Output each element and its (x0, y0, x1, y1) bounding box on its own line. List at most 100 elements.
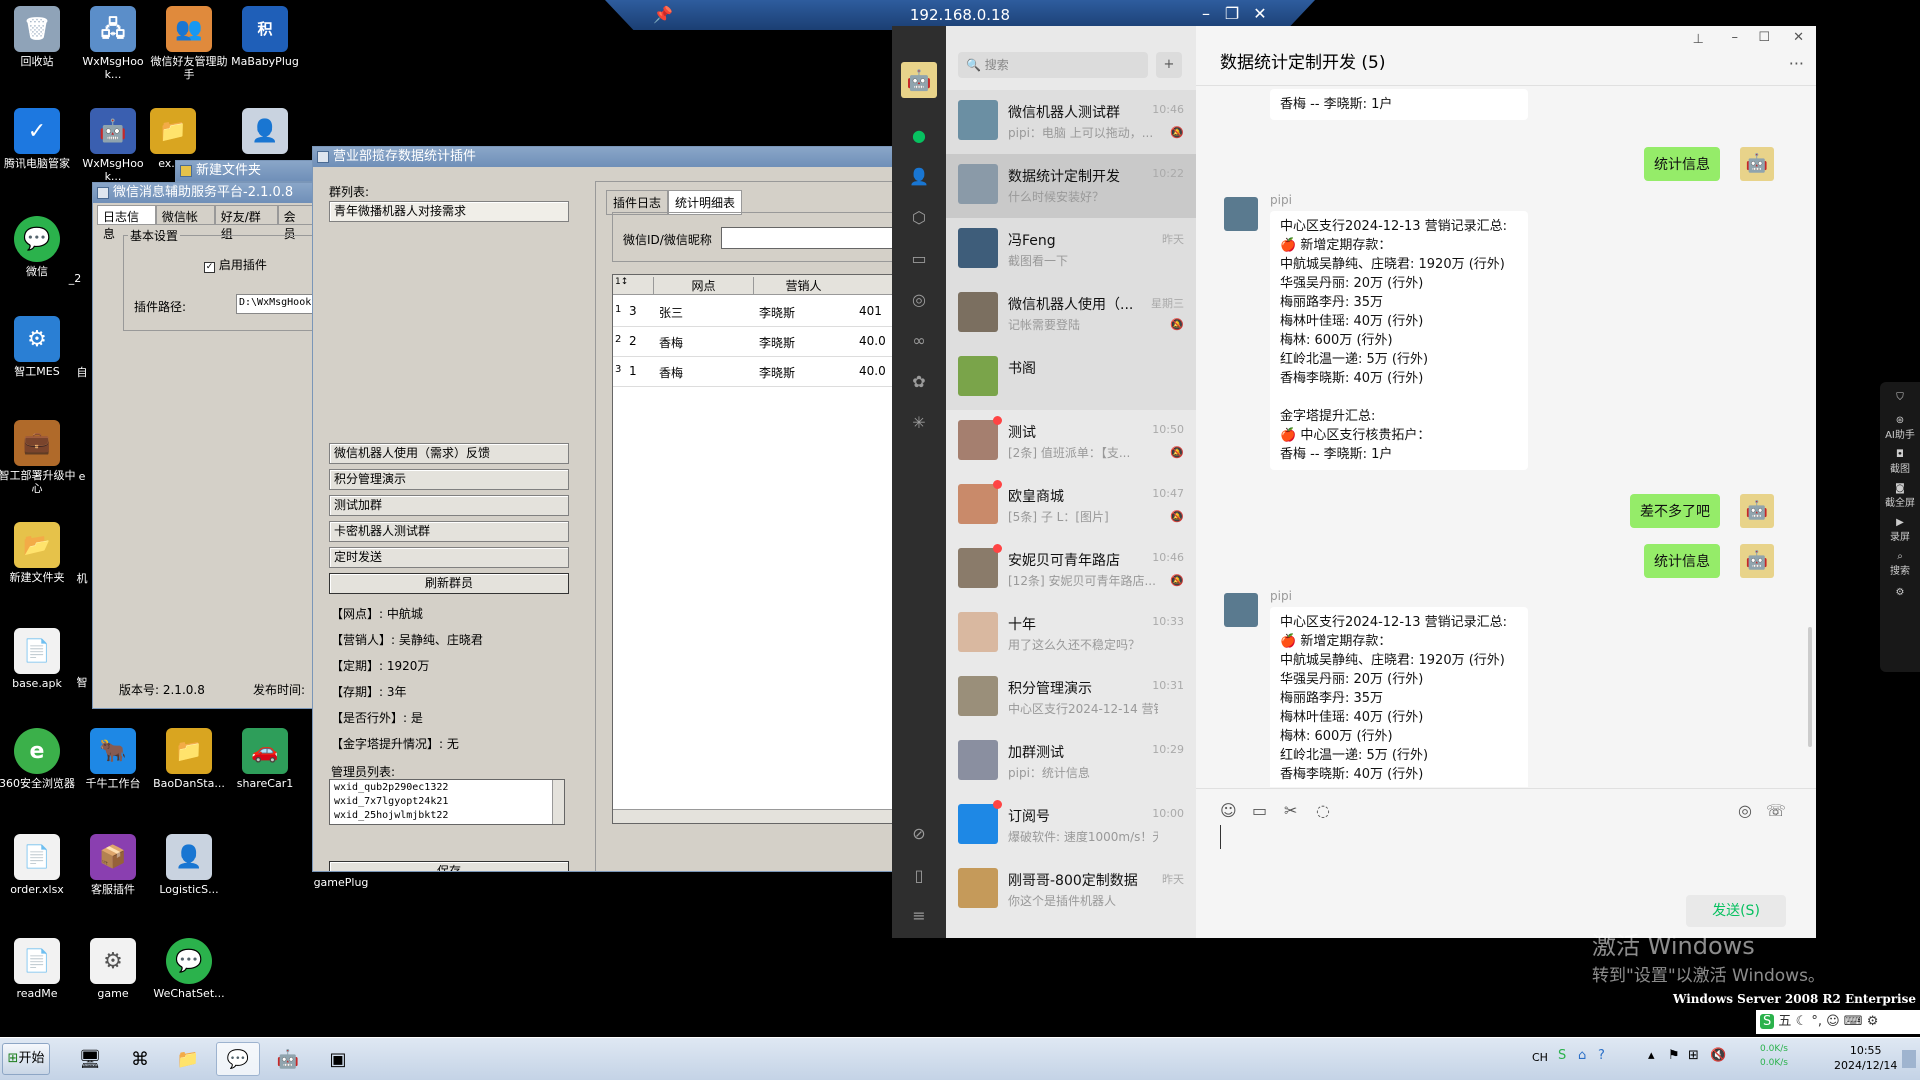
message-bubble[interactable]: 中心区支行2024-12-13 营销记录汇总: 🍎 新增定期存款： 中航城吴静纯… (1270, 607, 1528, 787)
message-bubble[interactable]: 中心区支行2024-12-13 营销记录汇总: 🍎 新增定期存款： 中航城吴静纯… (1270, 211, 1528, 470)
chat-list-item[interactable]: 微信机器人测试群 10:46 pipi：电脑 上可以拖动，... 🔕 (946, 90, 1196, 154)
desktop-icon-mababyplug[interactable]: 积 MaBabyPlug (226, 6, 304, 68)
side-tool-fullscreen[interactable]: ◙ 截全屏 (1880, 483, 1920, 509)
group-list[interactable]: 青年微播机器人对接需求 (329, 201, 569, 451)
taskbar-app-powershell[interactable]: ⌘ (118, 1042, 162, 1076)
group-item[interactable]: 青年微播机器人对接需求 (329, 201, 569, 222)
minimize-icon[interactable]: – (1197, 4, 1215, 23)
desktop-icon-wechatset[interactable]: 💬 WeChatSet... (150, 938, 228, 1000)
message-bubble-self[interactable]: 差不多了吧 (1630, 494, 1720, 528)
channels-icon[interactable]: ∞ (909, 331, 929, 351)
message-bubble[interactable]: 香梅 -- 李晓斯: 1户 (1270, 89, 1528, 120)
close-icon[interactable]: ✕ (1251, 4, 1269, 23)
message-bubble-self[interactable]: 统计信息 (1644, 544, 1720, 578)
text-input[interactable] (1220, 825, 1792, 849)
side-tool-ai[interactable]: ⊛ AI助手 (1880, 415, 1920, 441)
sogou-tray-icon[interactable]: S (1558, 1048, 1566, 1063)
helper-window-titlebar[interactable]: 微信消息辅助服务平台-2.1.0.8 (93, 183, 313, 203)
start-button[interactable]: ⊞开始 (2, 1043, 50, 1075)
help-icon[interactable]: ? (1598, 1048, 1605, 1063)
table-row[interactable]: 2 2 香梅 李晓斯 40.0 (613, 327, 893, 357)
header-person[interactable]: 营销人 (753, 277, 853, 294)
emoji-icon[interactable]: ☺ (1220, 801, 1237, 820)
id-input[interactable] (721, 227, 893, 249)
taskbar-app-server-manager[interactable]: 🖥 (68, 1042, 112, 1076)
desktop-icon-partial-2[interactable]: _2 (60, 272, 90, 285)
taskbar-app-window[interactable]: ▣ (316, 1042, 360, 1076)
desktop-icon-partial-zhi[interactable]: 智 (72, 676, 92, 689)
pin-icon[interactable]: ⊥ (1693, 32, 1704, 47)
group-item[interactable]: 微信机器人使用（需求）反馈 (329, 443, 569, 464)
chat-list-item[interactable]: 欧皇商城 10:47 [5条] 子 L：[图片] 🔕 (946, 474, 1196, 538)
language-indicator[interactable]: CH (1532, 1051, 1548, 1064)
folder-icon[interactable]: ▭ (909, 249, 929, 269)
tray-icon[interactable]: ⌂ (1578, 1048, 1586, 1063)
desktop-icon-base-apk[interactable]: 📄 base.apk (0, 628, 76, 690)
tray-expand-icon[interactable]: ▴ (1648, 1048, 1655, 1063)
admin-list[interactable]: wxid_qub2p290ec1322 wxid_7x7lgyopt24k21 … (329, 779, 565, 825)
search-box[interactable]: 🔍 搜索 (958, 52, 1148, 78)
admin-item[interactable]: wxid_25hojwlmjbkt22 (334, 809, 560, 823)
horizontal-scrollbar[interactable] (613, 809, 893, 823)
header-branch[interactable]: 网点 (653, 277, 753, 294)
chat-list-item[interactable]: 积分管理演示 10:31 中心区支行2024-12-14 营销... (946, 666, 1196, 730)
minimize-icon[interactable]: – (1732, 30, 1739, 45)
desktop-icon-new-folder[interactable]: 📂 新建文件夹 (0, 522, 76, 584)
chat-list-item[interactable]: 微信机器人使用（... 星期三 记帐需要登陆 🔕 (946, 282, 1196, 346)
tab-log[interactable]: 日志信息 (97, 205, 156, 241)
desktop-icon-game[interactable]: ⚙ game (74, 938, 152, 1000)
table-row[interactable]: 1 3 张三 李晓斯 401 (613, 297, 893, 327)
maximize-icon[interactable]: ☐ (1758, 30, 1770, 45)
phone-icon[interactable]: ⊘ (909, 824, 929, 844)
send-button[interactable]: 发送(S) (1686, 895, 1786, 927)
plugin-window-titlebar[interactable]: 营业部揽存数据统计插件 (313, 147, 893, 167)
taskbar-app-wechat[interactable]: 💬 (216, 1042, 260, 1076)
desktop-icon-logistics[interactable]: 👤 LogisticS... (150, 834, 228, 896)
chat-list-item[interactable]: 订阅号 10:00 爆破软件: 速度1000m/s！无... (946, 794, 1196, 858)
desktop-icon-sharecar[interactable]: 🚗 shareCar1 (226, 728, 304, 790)
tab-friends[interactable]: 好友/群组 (214, 205, 278, 241)
group-item[interactable]: 测试加群 (329, 495, 569, 516)
chat-list-item[interactable]: 测试 10:50 [2条] 值班派单：【支... 🔕 (946, 410, 1196, 474)
desktop-icon-baodansta[interactable]: 📁 BaoDanSta... (150, 728, 228, 790)
chat-list-item[interactable]: 数据统计定制开发 10:22 什么时候安装好？ (946, 154, 1196, 218)
clock[interactable]: 10:55 2024/12/14 (1834, 1043, 1897, 1073)
mini-program-icon[interactable]: ✿ (909, 372, 929, 392)
scrollbar[interactable] (552, 780, 564, 824)
network-tray-icon[interactable]: ⊞ (1688, 1048, 1699, 1063)
desktop-icon-wechat[interactable]: 💬 微信 (0, 216, 76, 278)
contact-avatar[interactable] (1224, 197, 1258, 231)
group-item[interactable]: 积分管理演示 (329, 469, 569, 490)
message-bubble-self[interactable]: 统计信息 (1644, 147, 1720, 181)
ime-bar[interactable]: S 五 ☾ °, ☺ ⌨ ⚙ (1756, 1010, 1920, 1034)
chat-list-item[interactable]: 刚哥哥-800定制数据... 昨天 你这个是插件机器人 (946, 858, 1196, 922)
desktop-icon-partial-zi[interactable]: 自 (72, 366, 92, 379)
taskbar-app-explorer[interactable]: 📁 (166, 1042, 210, 1076)
more-icon[interactable]: ··· (1789, 54, 1804, 73)
desktop-icon-partial-ji[interactable]: 机 (72, 572, 92, 585)
side-tool-record[interactable]: ▶ 录屏 (1880, 517, 1920, 543)
mobile-icon[interactable]: ▯ (909, 866, 929, 886)
folder-window-titlebar[interactable]: 新建文件夹 (176, 161, 314, 181)
desktop-icon-person[interactable]: 👤 (226, 108, 304, 157)
header-sort[interactable]: 1↕ (615, 277, 651, 287)
menu-icon[interactable]: ≡ (909, 906, 929, 926)
restore-icon[interactable]: ❐ (1223, 4, 1241, 23)
desktop-icon-recycle-bin[interactable]: 🗑 回收站 (0, 6, 76, 68)
desktop-icon-tencent-manager[interactable]: ✓ 腾讯电脑管家 (0, 108, 76, 170)
desktop-icon-order-xlsx[interactable]: 📄 order.xlsx (0, 834, 76, 896)
save-button[interactable]: 保存 (329, 861, 569, 871)
group-item[interactable]: 卡密机器人测试群 (329, 521, 569, 542)
desktop-icon-readme[interactable]: 📄 readMe (0, 938, 76, 1000)
chat-list-item[interactable]: 书阁 (946, 346, 1196, 410)
close-icon[interactable]: ✕ (1793, 30, 1804, 45)
desktop-icon-360-browser[interactable]: e 360安全浏览器 (0, 728, 76, 790)
flag-icon[interactable]: ⚑ (1668, 1048, 1680, 1063)
group-item[interactable]: 定时发送 (329, 547, 569, 568)
side-tool-screenshot[interactable]: ◘ 截图 (1880, 449, 1920, 475)
self-avatar[interactable]: 🤖 (901, 62, 937, 98)
desktop-icon-partial-e[interactable]: e (72, 470, 92, 483)
scrollbar[interactable] (1808, 627, 1812, 747)
table-row[interactable]: 3 1 香梅 李晓斯 40.0 (613, 357, 893, 387)
desktop-icon-wxmsghook[interactable]: 🖧 WxMsgHook... (74, 6, 152, 81)
